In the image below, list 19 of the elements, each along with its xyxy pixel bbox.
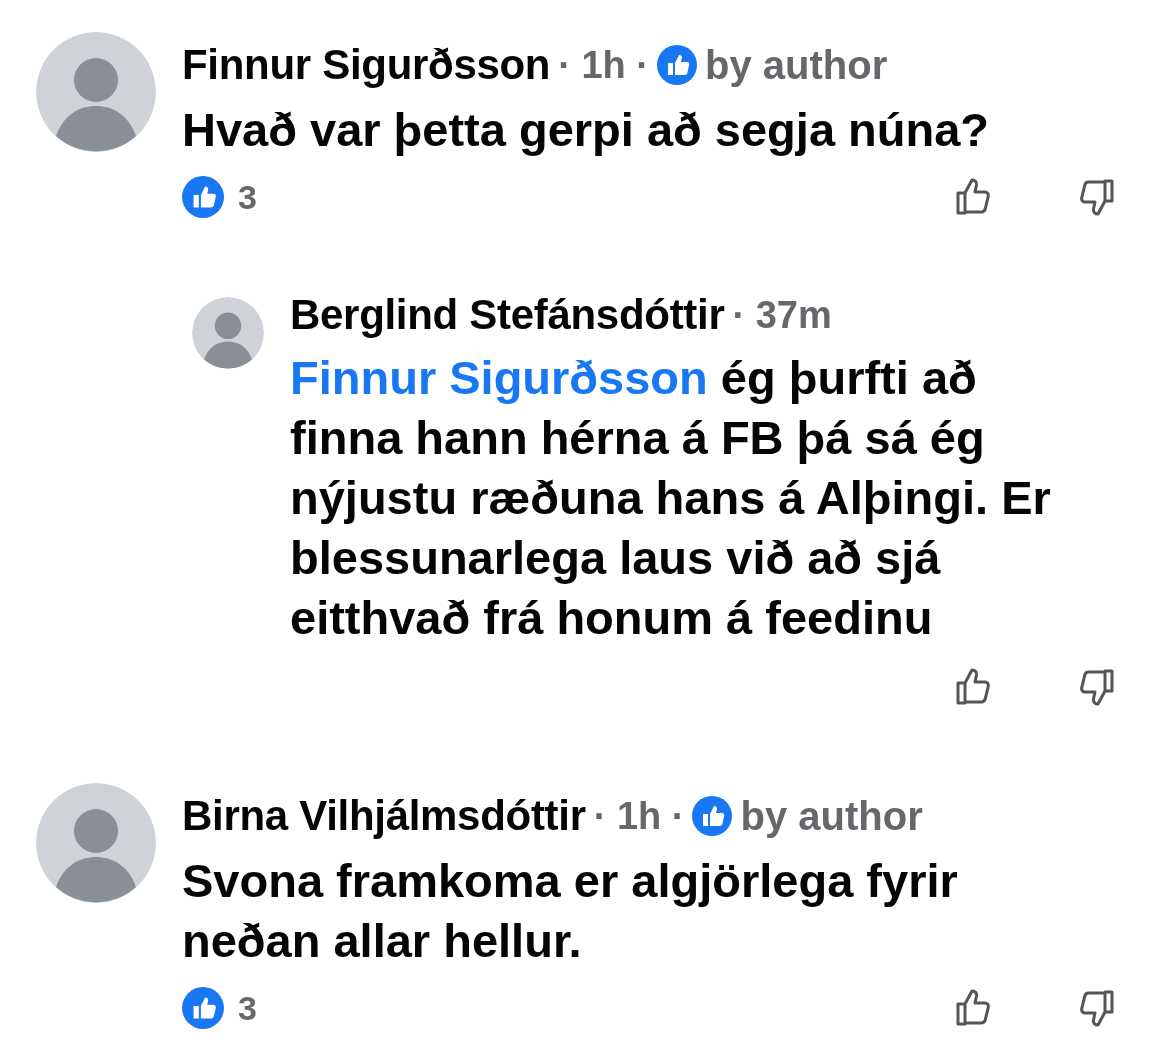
avatar-icon[interactable] (36, 32, 156, 152)
author-name[interactable]: Birna Vilhjálmsdóttir (182, 792, 586, 840)
author-label: by author (740, 793, 923, 839)
comment-text: Svona framkoma er algjörlega fyrir neðan allar hellur. (182, 853, 959, 969)
comment-text: Hvað var þetta gerpi að segja núna? (182, 102, 991, 158)
author-name[interactable]: Finnur Sigurðsson (182, 41, 551, 89)
comment-text: Finnur Sigurðsson ég þurfti að finna hann hérna á FB þá sá ég nýjustu ræðuna hans á Alþingi. Er blessunarlega laus við að sjá eitthvað frá honum á feedinu (290, 350, 1052, 646)
comment-time: · 1h · (593, 794, 685, 838)
author-name[interactable]: Berglind Stefánsdóttir (290, 291, 725, 339)
comment-time: · 1h · (558, 43, 649, 87)
avatar-icon[interactable] (36, 783, 156, 903)
avatar-icon[interactable] (192, 297, 264, 369)
reaction-count[interactable]: 3 (238, 177, 257, 217)
author-label: by author (705, 42, 888, 88)
mention-link[interactable]: Finnur Sigurðsson (290, 351, 708, 404)
like-icon (182, 176, 224, 218)
reaction-count[interactable]: 3 (238, 988, 257, 1028)
like-icon (182, 987, 224, 1029)
comment-time: · 37m (732, 293, 832, 337)
